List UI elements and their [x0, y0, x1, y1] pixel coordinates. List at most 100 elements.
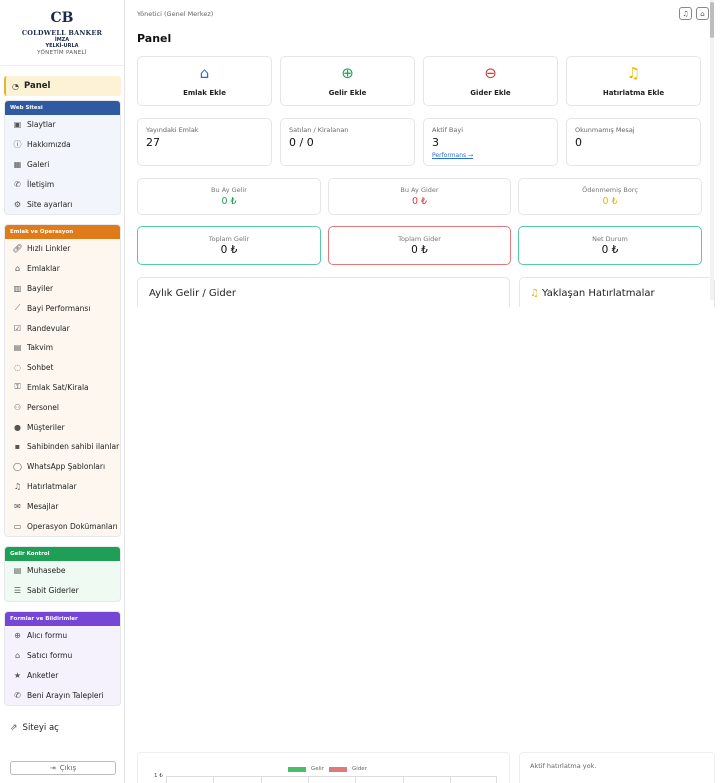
sidebar-item-label: Beni Arayın Talepleri [27, 690, 104, 700]
sidebar-item-label: Anketler [27, 670, 59, 680]
sidebar-item-operasyon-dokumanlari[interactable]: ▭ Operasyon Dokümanları [5, 516, 120, 536]
id-card-icon: ▪ [14, 442, 21, 452]
grid-line [166, 777, 167, 783]
stat-value: 0 [575, 136, 582, 149]
quick-action-gider-ekle[interactable]: ⊖ Gider Ekle [423, 56, 558, 106]
sidebar-item-label: Alıcı formu [27, 631, 68, 641]
logo-brand: COLDWELL BANKER [21, 29, 103, 37]
sidebar-group-gelir: Gelir Kontrol ▤ Muhasebe ☰ Sabit Giderler [4, 546, 121, 602]
calendar-icon: ▤ [13, 343, 22, 353]
sidebar-item-bayi-performansi[interactable]: ⟋ Bayi Performansı [5, 298, 120, 318]
sidebar-group-title: Gelir Kontrol [5, 547, 120, 561]
grid-line [402, 777, 404, 783]
quick-action-emlak-ekle[interactable]: ⌂ Emlak Ekle [137, 56, 272, 106]
finance-label: Bu Ay Gelir [211, 186, 247, 194]
sidebar-item-randevular[interactable]: ☑ Randevular [5, 318, 120, 338]
sidebar-item-whatsapp[interactable]: ◯ WhatsApp Şablonları [5, 457, 120, 477]
whatsapp-icon: ◯ [13, 462, 22, 472]
sidebar-item-label: Galeri [27, 159, 50, 169]
sidebar-item-iletisim[interactable]: ✆ İletişim [5, 174, 120, 194]
total-gider: Toplam Gider 0 ₺ [328, 226, 511, 265]
logout-button[interactable]: ⇥ Çıkış [10, 761, 116, 775]
finance-bu-ay-gider: Bu Ay Gider 0 ₺ [328, 178, 511, 215]
reminders-empty-text: Aktif hatırlatma yok. [530, 762, 597, 770]
quick-action-hatirlatma-ekle[interactable]: ♫ Hatırlatma Ekle [566, 56, 701, 106]
sidebar-item-label: Sohbet [27, 363, 54, 373]
sidebar-item-takvim[interactable]: ▤ Takvim [5, 338, 120, 358]
sidebar-item-label: Operasyon Dokümanları [27, 521, 118, 531]
phone-icon: ✆ [14, 179, 21, 189]
link-icon: 🔗︎ [12, 244, 23, 254]
people-icon: ⚇ [13, 402, 22, 412]
minus-circle-icon: ⊖ [484, 64, 497, 82]
sidebar-item-emlak-sat-kirala[interactable]: ⚿ Emlak Sat/Kirala [5, 378, 120, 398]
sidebar-group-title: Emlak ve Operasyon [5, 225, 120, 239]
legend-swatch-gider [328, 766, 347, 772]
quick-action-gelir-ekle[interactable]: ⊕ Gelir Ekle [280, 56, 415, 106]
plus-circle-icon: ⊕ [341, 64, 354, 82]
sidebar-item-emlaklar[interactable]: ⌂ Emlaklar [5, 259, 120, 279]
total-value: 0 ₺ [220, 244, 238, 256]
home-button[interactable]: ⌂ [696, 7, 709, 20]
sidebar-item-label: WhatsApp Şablonları [27, 462, 106, 472]
sidebar-item-alici-formu[interactable]: ⊕ Alıcı formu [5, 626, 120, 646]
bell-icon: ♫ [13, 481, 22, 491]
main-scrollbar[interactable] [710, 0, 714, 300]
chart-card: Aylık Gelir / Gider [137, 277, 510, 307]
sidebar-item-hizli-linkler[interactable]: 🔗︎ Hızlı Linkler [5, 239, 120, 259]
sidebar-item-label: Sabit Giderler [27, 586, 79, 596]
sidebar-group-web: Web Sitesi ▣ Slaytlar ⓘ Hakkımızda ▦ Galeri… [4, 100, 121, 215]
bell-icon: ♫ [530, 288, 539, 299]
sidebar-item-sahibinden[interactable]: ▪ Sahibinden sahibi ilanlar [5, 437, 120, 457]
sidebar-item-label: Mesajlar [27, 501, 59, 511]
sidebar-item-mesajlar[interactable]: ✉ Mesajlar [5, 496, 120, 516]
performance-link[interactable]: Performans → [432, 152, 549, 159]
chat-icon: ◌ [14, 363, 21, 373]
sidebar-item-muhasebe[interactable]: ▤ Muhasebe [5, 561, 120, 581]
sidebar-item-personel[interactable]: ⚇ Personel [5, 397, 120, 417]
stat-aktif-bayi: Aktif Bayi 3 Performans → [423, 118, 558, 166]
grid-line [260, 777, 262, 783]
sidebar-item-galeri[interactable]: ▦ Galeri [5, 155, 120, 175]
finance-odenmemis-borc: Ödenmemiş Borç 0 ₺ [518, 178, 702, 215]
sidebar-item-hatirlatmalar[interactable]: ♫ Hatırlatmalar [5, 477, 120, 497]
dashboard-icon: ◔ [12, 81, 19, 91]
quick-action-label: Hatırlatma Ekle [602, 89, 665, 97]
stat-label: Satılan / Kiralanan [289, 126, 349, 134]
stat-value: 27 [146, 136, 160, 149]
sidebar-item-anketler[interactable]: ★ Anketler [5, 666, 120, 686]
star-icon: ★ [13, 670, 22, 680]
legend-label-gider: Gider [351, 766, 367, 772]
stat-label: Aktif Bayi [432, 126, 464, 134]
grid-line [449, 777, 451, 783]
external-link-icon: ⇗ [10, 723, 18, 733]
home-icon: ⌂ [14, 264, 21, 274]
gallery-icon: ▦ [13, 159, 22, 169]
sidebar-item-bayiler[interactable]: ▥ Bayiler [5, 279, 120, 299]
search-home-icon: ⊕ [14, 631, 21, 641]
sidebar-item-slaytlar[interactable]: ▣ Slaytlar [5, 115, 120, 135]
site-open-link[interactable]: ⇗ Siteyi aç [10, 723, 59, 733]
brand-logo[interactable]: CB COLDWELL BANKER İMZA YELKİ-URLA YÖNET… [0, 0, 124, 66]
sidebar: CB COLDWELL BANKER İMZA YELKİ-URLA YÖNET… [0, 0, 125, 783]
scrollbar-thumb[interactable] [710, 2, 714, 38]
sidebar-item-satici-formu[interactable]: ⌂ Satıcı formu [5, 646, 120, 666]
sidebar-item-sohbet[interactable]: ◌ Sohbet [5, 358, 120, 378]
page-title: Panel [137, 32, 172, 45]
sidebar-item-label: Hakkımızda [27, 140, 71, 150]
sidebar-item-sabit-giderler[interactable]: ☰ Sabit Giderler [5, 581, 120, 601]
total-net-durum: Net Durum 0 ₺ [518, 226, 702, 265]
finance-value: 0 ₺ [221, 196, 237, 207]
notification-bell-button[interactable]: ♫ [679, 7, 692, 20]
sidebar-item-site-ayarlari[interactable]: ⚙ Site ayarları [5, 194, 120, 214]
sidebar-item-hakkimizda[interactable]: ⓘ Hakkımızda [5, 135, 120, 155]
folder-icon: ▭ [13, 521, 22, 531]
chart-legend: Gelir Gider [288, 766, 367, 772]
stat-label: Okunmamış Mesaj [575, 126, 635, 134]
logo-line2: YELKİ-URLA [45, 43, 79, 49]
sidebar-item-panel[interactable]: ◔ Panel [4, 76, 121, 96]
sidebar-item-musteriler[interactable]: ● Müşteriler [5, 417, 120, 437]
logo-panel-name: YÖNETİM PANELİ [37, 50, 87, 56]
sidebar-item-beni-arayin[interactable]: ✆ Beni Arayın Talepleri [5, 685, 120, 705]
gear-icon: ⚙ [13, 199, 22, 209]
